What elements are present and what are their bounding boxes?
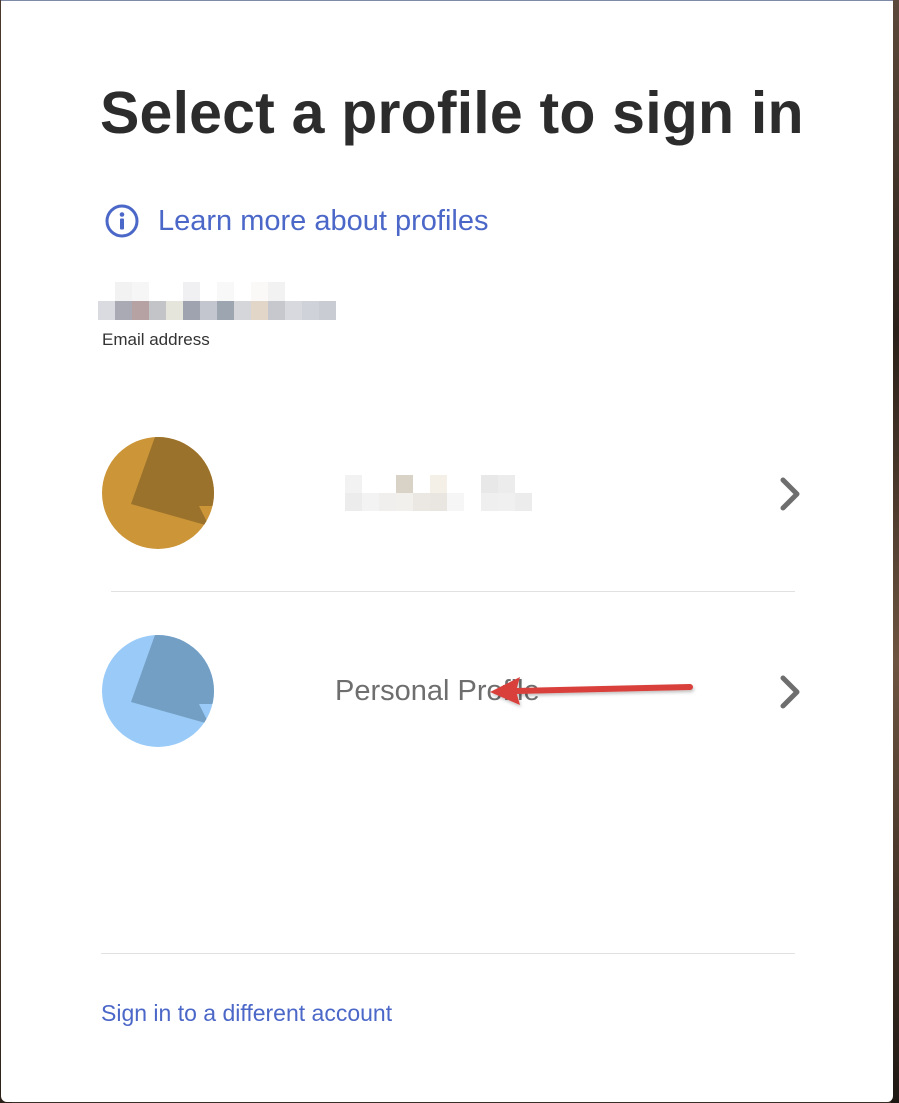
email-address-label: Email address	[102, 330, 210, 349]
page-title: Select a profile to sign in	[100, 80, 804, 146]
learn-more-link[interactable]: Learn more about profiles	[105, 204, 488, 238]
profile-avatar	[101, 436, 215, 550]
email-value-redacted	[98, 282, 336, 320]
info-icon	[105, 204, 139, 238]
profile-select-dialog: Select a profile to sign in Learn more a…	[1, 0, 893, 1102]
profile-row-business[interactable]	[101, 436, 805, 550]
sign-in-different-account-link[interactable]: Sign in to a different account	[101, 1000, 392, 1027]
chevron-right-icon	[777, 474, 805, 514]
footer-divider	[101, 953, 795, 954]
profile-divider	[111, 591, 795, 592]
account-email: Email address	[98, 282, 336, 350]
chevron-right-icon	[777, 672, 805, 712]
profile-name-redacted	[345, 475, 532, 511]
profile-avatar	[101, 634, 215, 748]
profile-row-personal[interactable]: Personal Profile	[101, 634, 805, 748]
annotation-arrow-icon	[490, 677, 693, 705]
learn-more-label: Learn more about profiles	[158, 204, 489, 237]
